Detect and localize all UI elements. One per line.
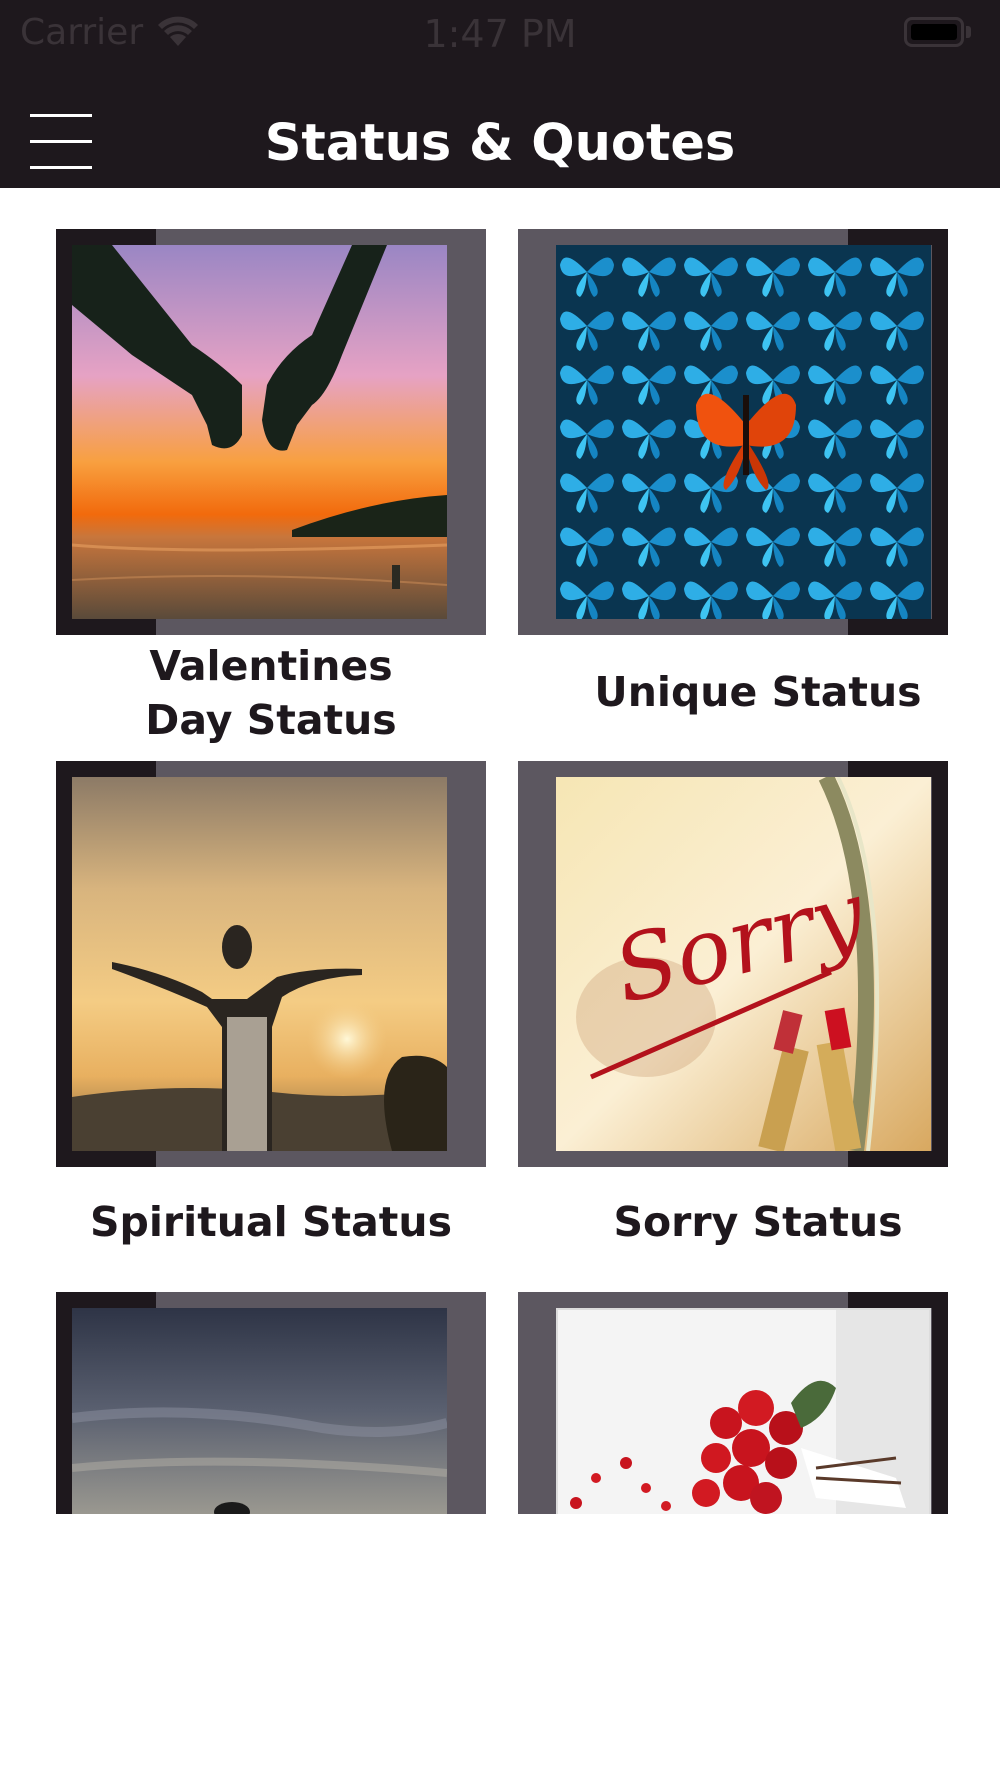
card-image-arms-raised [72,777,447,1151]
category-card-valentines[interactable]: Valentines Day Status [56,229,486,749]
category-card-roses[interactable] [518,1292,948,1514]
category-label: Spiritual Status [90,1198,452,1246]
status-bar: Carrier 1:47 PM [0,0,1000,70]
category-label: Valentines Day Status [145,642,397,744]
category-label: Sorry Status [613,1198,903,1246]
card-image-sorry-lipstick: Sorry [556,777,931,1151]
category-card-sorry[interactable]: Sorry Sorry Status [518,761,948,1261]
card-image-dusk-sky [72,1308,447,1514]
category-card-unique[interactable]: Unique Status [518,229,948,749]
category-card-spiritual[interactable]: Spiritual Status [56,761,486,1261]
card-image-roses [556,1308,931,1514]
battery-cap [966,26,971,38]
navigation-bar: Status & Quotes [0,70,1000,188]
page-title: Status & Quotes [264,114,736,173]
category-label: Unique Status [594,668,922,716]
category-card-dusk[interactable] [56,1292,486,1514]
card-image-butterflies [556,245,931,619]
clock-time: 1:47 PM [423,12,577,56]
card-image-holding-hands [72,245,447,619]
battery-icon [904,17,964,47]
